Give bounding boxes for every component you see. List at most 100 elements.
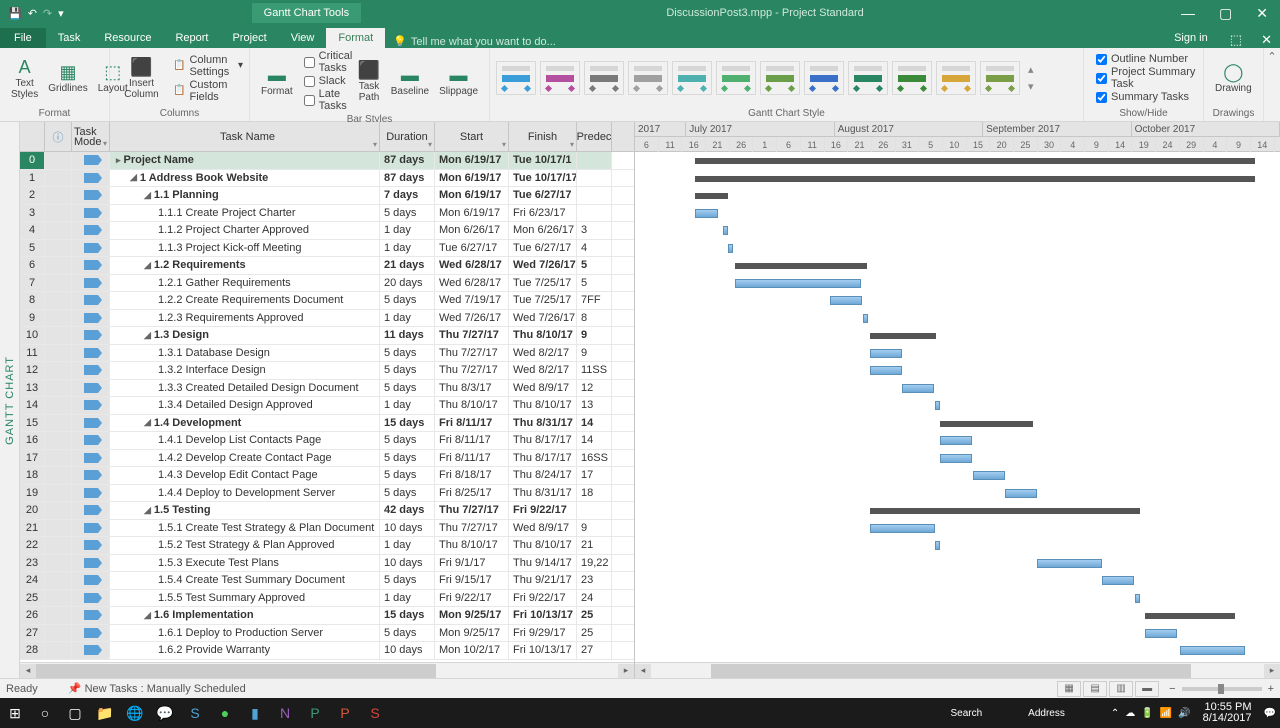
tab-project[interactable]: Project — [220, 28, 278, 48]
spotify-icon[interactable]: ● — [210, 698, 240, 728]
table-row[interactable]: 14 1.3.4 Detailed Design Approved 1 day … — [20, 397, 634, 415]
table-row[interactable]: 17 1.4.2 Develop Create Contact Page 5 d… — [20, 450, 634, 468]
col-header-finish[interactable]: Finish▾ — [509, 122, 577, 151]
view-shortcut-1[interactable]: ▦ — [1057, 681, 1081, 697]
tell-me-search[interactable]: 💡Tell me what you want to do... — [393, 35, 556, 48]
tray-onedrive-icon[interactable]: ☁ — [1125, 708, 1135, 719]
gantt-style-gallery[interactable]: ▴▾ — [490, 48, 1083, 108]
tray-wifi-icon[interactable]: 📶 — [1160, 708, 1172, 719]
slack-checkbox[interactable]: Slack — [304, 75, 353, 87]
address-tray[interactable]: Address — [1028, 708, 1065, 719]
table-row[interactable]: 11 1.3.1 Database Design 5 days Thu 7/27… — [20, 345, 634, 363]
style-swatch[interactable] — [760, 61, 800, 95]
late-tasks-checkbox[interactable]: Late Tasks — [304, 88, 353, 112]
col-header-task-mode[interactable]: Task Mode▾ — [72, 122, 110, 151]
gantt-task-bar[interactable] — [1180, 646, 1245, 655]
col-header-task-name[interactable]: Task Name▾ — [110, 122, 380, 151]
column-settings-button[interactable]: 📋 Column Settings ▾ — [173, 54, 243, 78]
minimize-icon[interactable]: — — [1169, 2, 1207, 24]
format-dropdown-button[interactable]: ▬Format — [256, 63, 298, 99]
table-row[interactable]: 20 ◢1.5 Testing 42 days Thu 7/27/17 Fri … — [20, 502, 634, 520]
tray-up-icon[interactable]: ⌃ — [1111, 708, 1119, 719]
gantt-task-bar[interactable] — [728, 244, 733, 253]
vscode-icon[interactable]: ▮ — [240, 698, 270, 728]
tray-clock[interactable]: 10:55 PM8/14/2017 — [1197, 702, 1258, 724]
table-row[interactable]: 15 ◢1.4 Development 15 days Fri 8/11/17 … — [20, 415, 634, 433]
col-header-rownum[interactable] — [20, 122, 45, 151]
tab-resource[interactable]: Resource — [92, 28, 163, 48]
tab-file[interactable]: File — [0, 28, 46, 48]
tab-format[interactable]: Format — [326, 28, 385, 48]
gantt-task-bar[interactable] — [1005, 489, 1037, 498]
gantt-task-bar[interactable] — [723, 226, 728, 235]
status-new-tasks[interactable]: 📌 New Tasks : Manually Scheduled — [68, 682, 246, 695]
table-row[interactable]: 0 ▸Project Name 87 days Mon 6/19/17 Tue … — [20, 152, 634, 170]
table-row[interactable]: 19 1.4.4 Deploy to Development Server 5 … — [20, 485, 634, 503]
gantt-task-bar[interactable] — [695, 209, 718, 218]
zoom-slider[interactable]: −+ — [1169, 683, 1274, 695]
table-row[interactable]: 2 ◢1.1 Planning 7 days Mon 6/19/17 Tue 6… — [20, 187, 634, 205]
style-swatch[interactable] — [892, 61, 932, 95]
table-row[interactable]: 1 ◢1 Address Book Website 87 days Mon 6/… — [20, 170, 634, 188]
col-header-predecessors[interactable]: Predec — [577, 122, 612, 151]
maximize-icon[interactable]: ▢ — [1207, 2, 1244, 24]
onenote-icon[interactable]: N — [270, 698, 300, 728]
gantt-summary-bar[interactable] — [735, 263, 867, 269]
style-swatch[interactable] — [540, 61, 580, 95]
gantt-task-bar[interactable] — [863, 314, 868, 323]
table-row[interactable]: 6 ◢1.2 Requirements 21 days Wed 6/28/17 … — [20, 257, 634, 275]
start-icon[interactable]: ⊞ — [0, 698, 30, 728]
gantt-task-bar[interactable] — [940, 436, 972, 445]
tray-volume-icon[interactable]: 🔊 — [1178, 708, 1190, 719]
gantt-task-bar[interactable] — [902, 384, 934, 393]
table-row[interactable]: 27 1.6.1 Deploy to Production Server 5 d… — [20, 625, 634, 643]
powerpoint-icon[interactable]: P — [330, 698, 360, 728]
baseline-button[interactable]: ▬Baseline — [386, 63, 434, 99]
gantt-chart[interactable]: 2017July 2017August 2017September 2017Oc… — [635, 122, 1280, 678]
gantt-summary-bar[interactable] — [870, 508, 1140, 514]
gantt-task-bar[interactable] — [1135, 594, 1140, 603]
project-summary-checkbox[interactable]: Project Summary Task — [1096, 66, 1197, 90]
explorer-icon[interactable]: 📁 — [90, 698, 120, 728]
gridlines-button[interactable]: ▦Gridlines — [43, 60, 92, 96]
table-row[interactable]: 4 1.1.2 Project Charter Approved 1 day M… — [20, 222, 634, 240]
gantt-task-bar[interactable] — [1145, 629, 1177, 638]
table-row[interactable]: 25 1.5.5 Test Summary Approved 1 day Fri… — [20, 590, 634, 608]
table-row[interactable]: 21 1.5.1 Create Test Strategy & Plan Doc… — [20, 520, 634, 538]
drawing-button[interactable]: ◯Drawing — [1210, 60, 1257, 96]
sign-in-link[interactable]: Sign in — [1160, 28, 1222, 48]
table-row[interactable]: 12 1.3.2 Interface Design 5 days Thu 7/2… — [20, 362, 634, 380]
tab-view[interactable]: View — [279, 28, 327, 48]
search-tray[interactable]: Search — [950, 708, 982, 719]
chrome-icon[interactable]: 🌐 — [120, 698, 150, 728]
gantt-task-bar[interactable] — [973, 471, 1005, 480]
gantt-task-bar[interactable] — [935, 401, 940, 410]
gantt-task-bar[interactable] — [870, 524, 935, 533]
view-shortcut-2[interactable]: ▤ — [1083, 681, 1107, 697]
text-styles-button[interactable]: AText Styles — [6, 55, 43, 102]
table-row[interactable]: 7 1.2.1 Gather Requirements 20 days Wed … — [20, 275, 634, 293]
undo-icon[interactable]: ↶ — [28, 7, 37, 20]
table-row[interactable]: 5 1.1.3 Project Kick-off Meeting 1 day T… — [20, 240, 634, 258]
redo-icon[interactable]: ↷ — [43, 7, 52, 20]
tray-battery-icon[interactable]: 🔋 — [1141, 708, 1153, 719]
tab-task[interactable]: Task — [46, 28, 93, 48]
table-row[interactable]: 16 1.4.1 Develop List Contacts Page 5 da… — [20, 432, 634, 450]
table-row[interactable]: 28 1.6.2 Provide Warranty 10 days Mon 10… — [20, 642, 634, 660]
customize-qa-icon[interactable]: ▾ — [58, 7, 64, 20]
skype-icon[interactable]: S — [180, 698, 210, 728]
table-row[interactable]: 3 1.1.1 Create Project Charter 5 days Mo… — [20, 205, 634, 223]
task-view-icon[interactable]: ▢ — [60, 698, 90, 728]
view-shortcut-3[interactable]: ▥ — [1109, 681, 1133, 697]
col-header-info[interactable]: ⓘ — [45, 122, 72, 151]
table-row[interactable]: 22 1.5.2 Test Strategy & Plan Approved 1… — [20, 537, 634, 555]
insert-column-button[interactable]: ⬛Insert Column — [116, 55, 167, 102]
style-swatch[interactable] — [936, 61, 976, 95]
style-swatch[interactable] — [716, 61, 756, 95]
col-header-start[interactable]: Start▾ — [435, 122, 509, 151]
style-swatch[interactable] — [584, 61, 624, 95]
table-row[interactable]: 10 ◢1.3 Design 11 days Thu 7/27/17 Thu 8… — [20, 327, 634, 345]
tab-report[interactable]: Report — [163, 28, 220, 48]
table-row[interactable]: 23 1.5.3 Execute Test Plans 10 days Fri … — [20, 555, 634, 573]
table-row[interactable]: 26 ◢1.6 Implementation 15 days Mon 9/25/… — [20, 607, 634, 625]
